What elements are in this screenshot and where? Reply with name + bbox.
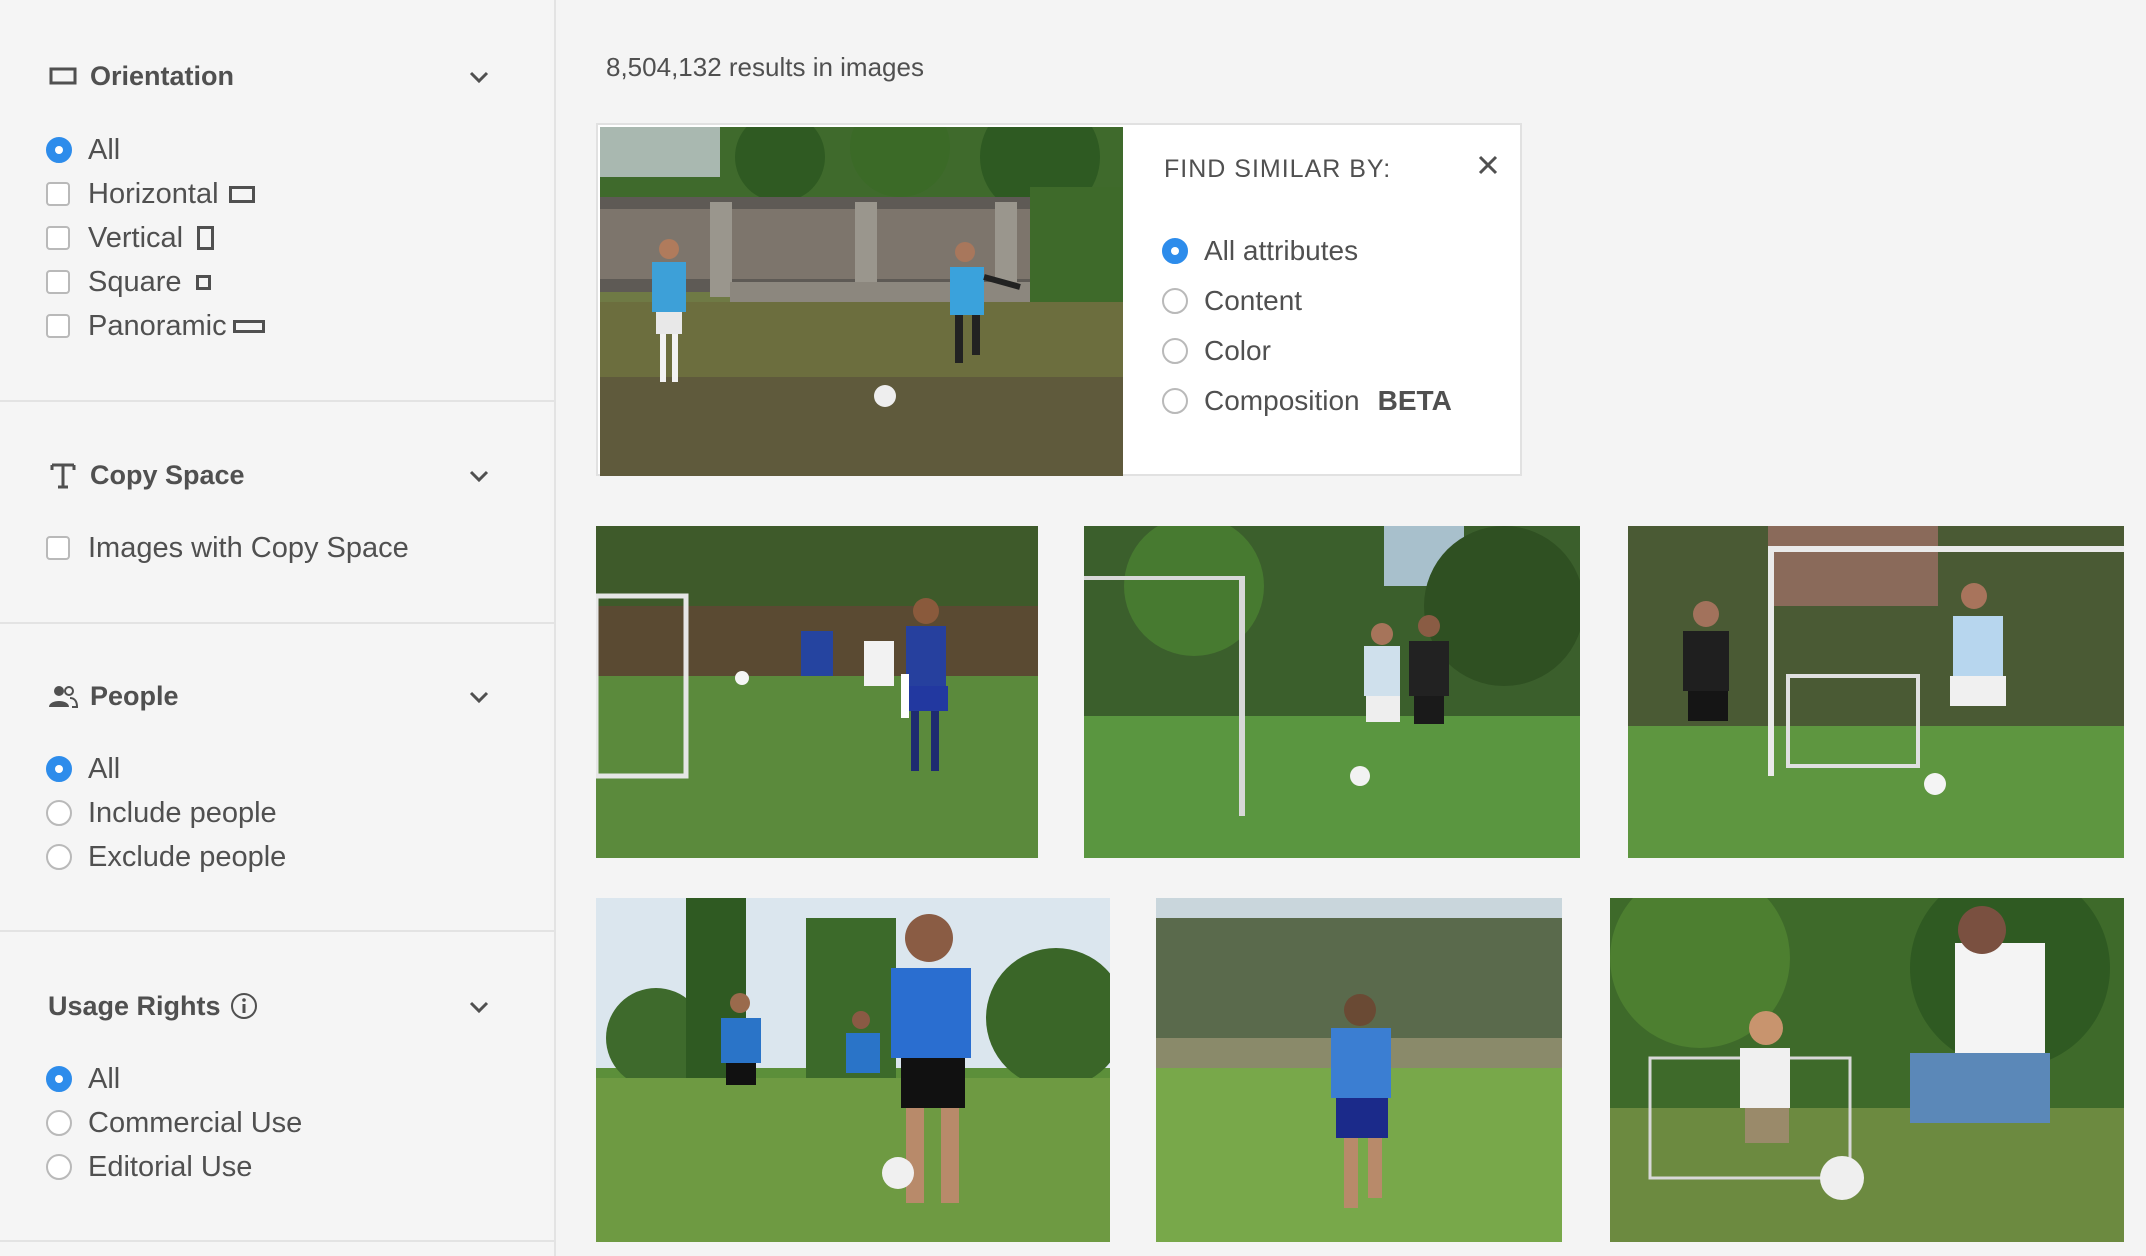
option-label: All	[88, 752, 121, 785]
horizontal-shape-icon	[228, 185, 255, 203]
orientation-icon	[48, 61, 78, 91]
people-include-radio[interactable]	[46, 800, 72, 826]
usage-rights-filter: Usage Rights All Commercial Use Editoria…	[0, 932, 556, 1242]
panoramic-shape-icon	[232, 319, 265, 333]
option-label: Square	[88, 265, 182, 298]
copy-space-filter: Copy Space Images with Copy Space	[0, 402, 556, 624]
copy-space-title: Copy Space	[90, 459, 245, 490]
result-image[interactable]	[596, 526, 1038, 858]
similar-option-composition[interactable]: Composition BETA	[1162, 383, 1452, 419]
beta-badge: BETA	[1377, 385, 1452, 416]
option-label: Commercial Use	[88, 1106, 303, 1139]
option-label: Include people	[88, 796, 277, 829]
chevron-down-icon[interactable]	[468, 996, 490, 1018]
option-label: Panoramic	[88, 309, 227, 342]
info-icon[interactable]	[229, 991, 259, 1021]
people-option-exclude[interactable]: Exclude people	[46, 840, 286, 874]
find-similar-title: FIND SIMILAR BY:	[1164, 155, 1392, 183]
option-label: Content	[1204, 285, 1303, 316]
option-label: Editorial Use	[88, 1150, 253, 1183]
copy-space-header[interactable]: Copy Space	[48, 455, 245, 495]
chevron-down-icon[interactable]	[468, 66, 490, 88]
usage-rights-header[interactable]: Usage Rights	[48, 986, 259, 1026]
chevron-down-icon[interactable]	[468, 686, 490, 708]
people-filter: People All Include people Exclude people	[0, 624, 556, 932]
find-similar-panel: FIND SIMILAR BY: All attributes Content …	[596, 123, 1522, 476]
result-image[interactable]	[1156, 898, 1562, 1242]
option-label: All attributes	[1204, 235, 1359, 266]
results-count: 8,504,132 results in images	[606, 52, 924, 82]
usage-option-all[interactable]: All	[46, 1062, 120, 1096]
vertical-shape-icon	[197, 226, 215, 250]
result-image[interactable]	[1084, 526, 1580, 858]
square-checkbox[interactable]	[46, 270, 70, 294]
horizontal-checkbox[interactable]	[46, 182, 70, 206]
copy-space-option[interactable]: Images with Copy Space	[46, 531, 409, 565]
people-header[interactable]: People	[48, 676, 179, 716]
filter-sidebar: Orientation All Horizontal Vertical Squa…	[0, 0, 556, 1256]
similar-option-color[interactable]: Color	[1162, 333, 1271, 369]
usage-all-radio[interactable]	[46, 1066, 72, 1092]
option-label: Vertical	[88, 221, 184, 254]
people-option-include[interactable]: Include people	[46, 796, 277, 830]
people-all-radio[interactable]	[46, 756, 72, 782]
panoramic-checkbox[interactable]	[46, 314, 70, 338]
option-label: Color	[1204, 335, 1271, 366]
people-exclude-radio[interactable]	[46, 844, 72, 870]
option-label: Images with Copy Space	[88, 531, 409, 564]
orientation-option-horizontal[interactable]: Horizontal	[46, 177, 255, 211]
usage-option-editorial[interactable]: Editorial Use	[46, 1150, 252, 1184]
option-label: Composition	[1204, 385, 1360, 416]
orientation-option-vertical[interactable]: Vertical	[46, 221, 215, 255]
option-label: Horizontal	[88, 177, 219, 210]
people-icon	[48, 681, 78, 711]
similar-all-radio[interactable]	[1162, 238, 1188, 264]
option-label: All	[88, 1062, 121, 1095]
usage-commercial-radio[interactable]	[46, 1110, 72, 1136]
square-shape-icon	[195, 274, 211, 290]
similar-composition-radio[interactable]	[1162, 388, 1188, 414]
usage-rights-title: Usage Rights	[48, 990, 221, 1021]
orientation-option-square[interactable]: Square	[46, 265, 211, 299]
text-icon	[48, 460, 78, 490]
similar-content-radio[interactable]	[1162, 288, 1188, 314]
orientation-filter: Orientation All Horizontal Vertical Squa…	[0, 0, 556, 402]
option-label: All	[88, 133, 121, 166]
close-icon[interactable]	[1473, 150, 1503, 180]
usage-option-commercial[interactable]: Commercial Use	[46, 1106, 302, 1140]
usage-editorial-radio[interactable]	[46, 1154, 72, 1180]
similar-color-radio[interactable]	[1162, 338, 1188, 364]
copy-space-checkbox[interactable]	[46, 536, 70, 560]
similar-option-content[interactable]: Content	[1162, 283, 1302, 319]
similar-option-all[interactable]: All attributes	[1162, 233, 1358, 269]
orientation-option-all[interactable]: All	[46, 133, 120, 167]
orientation-option-panoramic[interactable]: Panoramic	[46, 309, 265, 343]
vertical-checkbox[interactable]	[46, 226, 70, 250]
orientation-title: Orientation	[90, 60, 235, 91]
result-image[interactable]	[596, 898, 1110, 1242]
reference-image[interactable]	[600, 127, 1123, 476]
chevron-down-icon[interactable]	[468, 465, 490, 487]
people-title: People	[90, 680, 179, 711]
people-option-all[interactable]: All	[46, 752, 120, 786]
result-image[interactable]	[1610, 898, 2124, 1242]
orientation-header[interactable]: Orientation	[48, 56, 234, 96]
orientation-all-radio[interactable]	[46, 137, 72, 163]
result-image[interactable]	[1628, 526, 2124, 858]
option-label: Exclude people	[88, 840, 287, 873]
